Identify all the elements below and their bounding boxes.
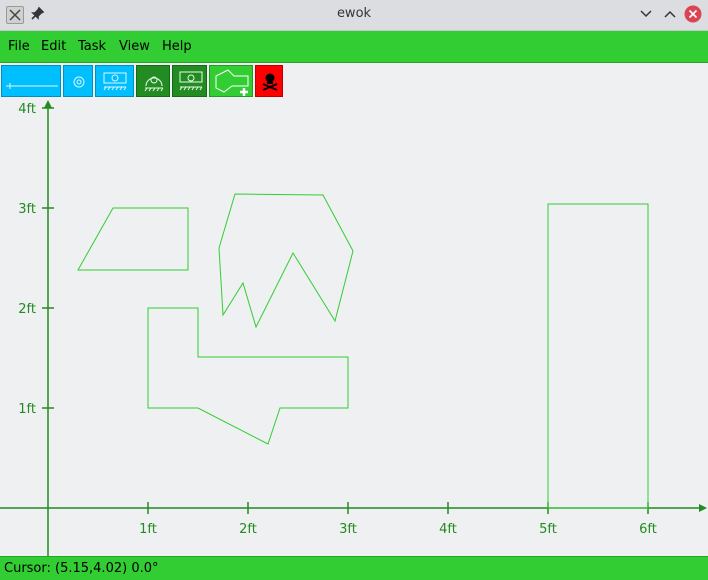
x-tick-label: 5ft xyxy=(539,522,557,537)
menu-edit[interactable]: Edit xyxy=(41,39,66,54)
drawing-canvas[interactable]: 1ft 2ft 3ft 4ft 5ft 6ft 1ft 2ft 3ft 4ft xyxy=(0,99,708,556)
ruler-tool-button[interactable] xyxy=(1,65,61,97)
status-bar: Cursor: (5.15,4.02) 0.0° xyxy=(0,556,708,580)
cursor-status: Cursor: (5.15,4.02) 0.0° xyxy=(4,561,159,576)
toolbar xyxy=(0,64,708,98)
circle-robot-icon xyxy=(144,76,164,92)
x-tick-label: 1ft xyxy=(139,522,157,537)
sensor-tool-button[interactable] xyxy=(63,65,93,97)
minimize-button[interactable] xyxy=(637,5,655,23)
menu-task[interactable]: Task xyxy=(78,39,106,54)
y-tick-label: 2ft xyxy=(18,302,36,317)
skull-icon xyxy=(262,73,278,91)
x-tick-label: 4ft xyxy=(439,522,457,537)
title-bar: ewok xyxy=(0,0,708,31)
sensor-icon xyxy=(73,76,85,88)
menu-bar: File Edit Task View Help xyxy=(0,31,708,63)
ruler-icon xyxy=(6,83,58,89)
x-tick-label: 3ft xyxy=(339,522,357,537)
shape-jagged-polygon xyxy=(218,193,354,329)
menu-file[interactable]: File xyxy=(8,39,30,54)
delete-tool-button[interactable] xyxy=(255,65,283,97)
robot-box-tool-button[interactable] xyxy=(172,65,207,97)
x-axis-arrow xyxy=(699,504,707,512)
close-button[interactable] xyxy=(684,5,702,23)
robot-tool-button[interactable] xyxy=(95,65,134,97)
shape-trapezoid xyxy=(77,207,189,271)
shape-l-shape xyxy=(147,307,349,445)
robot-icon xyxy=(103,72,127,91)
robot-box-icon xyxy=(179,71,203,91)
y-tick-label: 4ft xyxy=(18,102,36,117)
menu-help[interactable]: Help xyxy=(162,39,192,54)
circle-robot-tool-button[interactable] xyxy=(136,65,170,97)
plot-area: 1ft 2ft 3ft 4ft 5ft 6ft 1ft 2ft 3ft 4ft xyxy=(0,100,707,556)
y-tick-label: 3ft xyxy=(18,202,36,217)
y-tick-label: 1ft xyxy=(18,402,36,417)
maximize-button[interactable] xyxy=(661,5,679,23)
shape-rectangle xyxy=(547,203,649,509)
menu-view[interactable]: View xyxy=(119,39,150,54)
x-tick-label: 6ft xyxy=(639,522,657,537)
y-axis-arrow xyxy=(44,100,52,108)
x-tick-label: 2ft xyxy=(239,522,257,537)
window-title: ewok xyxy=(336,6,372,21)
add-path-icon xyxy=(215,69,249,96)
add-path-tool-button[interactable] xyxy=(209,65,253,97)
